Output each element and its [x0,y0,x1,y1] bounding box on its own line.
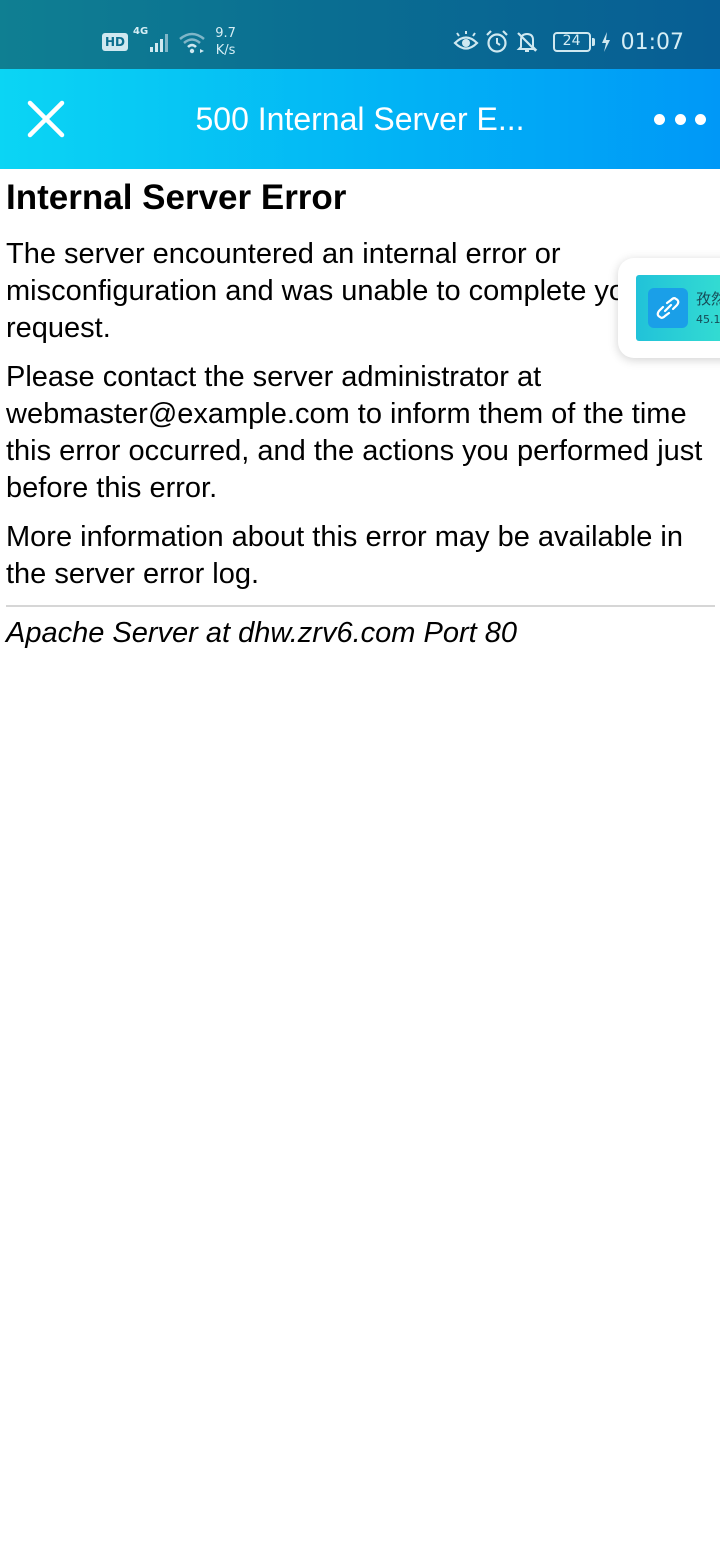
floating-widget[interactable]: 孜然 45.1 [618,258,720,358]
alarm-icon [485,30,508,53]
status-bar: HD 4G 9.7 K/s 24 01:07 [0,0,720,69]
page-title: 500 Internal Server E... [195,101,525,137]
close-icon [27,100,65,138]
wifi-icon [179,32,205,54]
bell-off-icon [516,32,538,52]
link-icon [648,288,688,328]
divider [6,605,715,607]
battery-level: 24 [562,33,581,49]
contact-paragraph: Please contact the server administrator … [6,361,703,504]
speed-unit: K/s [215,43,236,58]
eye-icon [453,31,479,50]
more-options-button[interactable] [654,103,706,135]
signal-icon [150,34,169,52]
more-icon-dot [674,113,686,125]
floating-widget-title: 孜然 [696,290,720,308]
more-icon-dot [654,113,665,125]
charging-icon [601,32,610,52]
battery-icon: 24 [552,32,591,52]
status-left: HD 4G 9.7 K/s [102,22,236,62]
floating-widget-subtitle: 45.1 [696,313,720,326]
more-icon-dot [695,113,706,125]
status-time: 01:07 [620,29,684,55]
network-speed: 9.7 K/s [215,25,236,59]
speed-value: 9.7 [215,26,236,41]
error-paragraph: The server encountered an internal error… [6,238,651,344]
error-heading: Internal Server Error [6,178,347,217]
web-content: Internal Server Error The server encount… [6,170,716,653]
close-button[interactable] [22,95,70,143]
status-right: 24 01:07 [453,26,684,58]
battery-cap [591,38,595,46]
app-bar: 500 Internal Server E... [0,69,720,169]
server-address: Apache Server at dhw.zrv6.com Port 80 [6,617,517,649]
floating-widget-body[interactable]: 孜然 45.1 [636,275,720,341]
info-paragraph: More information about this error may be… [6,521,683,590]
network-type: 4G [133,26,149,37]
hd-badge: HD [102,33,129,51]
